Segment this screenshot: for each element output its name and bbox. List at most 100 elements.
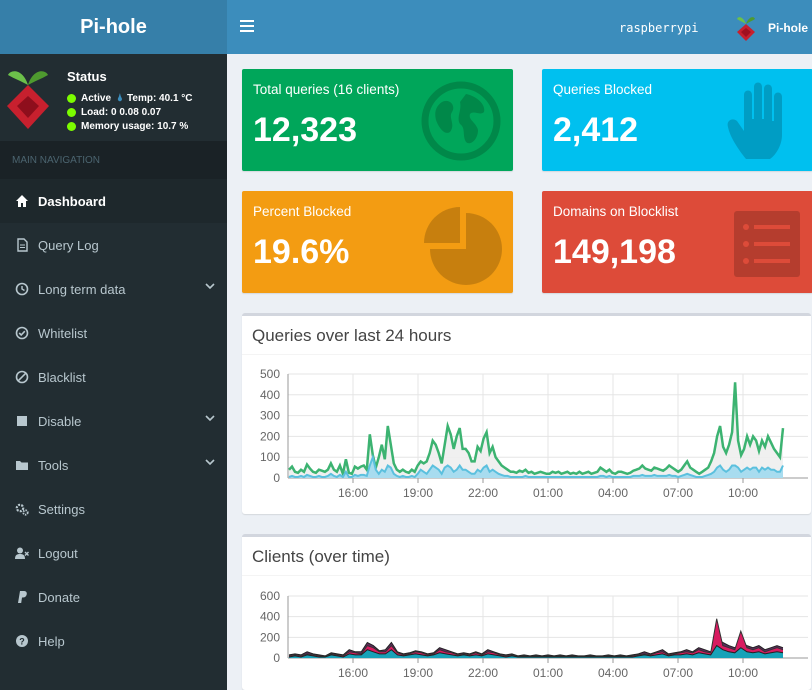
nav-label-dashboard: Dashboard [38,193,106,209]
queries-blocked-box[interactable]: Queries Blocked 2,412 [542,69,812,171]
nav-label-help: Help [38,633,65,649]
clients-over-time-chart[interactable]: 0 200 400 600 16:00 19:00 22:00 01:00 04:00 07:00… [242,537,811,690]
hamburger-menu-icon[interactable] [240,20,254,32]
nav-label-donate: Donate [38,589,80,605]
hand-icon [727,82,782,159]
file-icon [17,238,28,252]
user-times-icon [15,547,29,559]
folder-icon [16,461,28,470]
total-queries-value: 12,323 [253,111,357,149]
home-icon [16,195,28,207]
nav-item-whitelist[interactable]: Whitelist [0,311,227,355]
svg-text:?: ? [19,637,25,647]
y-tick-label: 400 [260,610,280,624]
clock-icon [15,282,29,296]
nav-label-tools: Tools [38,457,69,473]
status-load: Load: 0 0.08 0.07 [81,107,162,118]
status-memory-line: Memory usage: 10.7 % [67,121,188,132]
nav-label-settings: Settings [38,501,85,517]
x-tick-label: 04:00 [598,666,628,680]
paypal-icon [18,591,27,603]
x-tick-label: 04:00 [598,486,628,500]
status-active: Active [81,93,112,104]
y-tick-label: 200 [260,630,280,644]
chevron-down-icon [205,415,215,422]
nav-item-long-term-data[interactable]: Long term data [0,267,227,311]
load-indicator-icon [67,108,76,117]
x-tick-label: 07:00 [663,666,693,680]
gears-icon [15,503,29,516]
pie-chart-icon [424,207,502,285]
x-tick-label: 07:00 [663,486,693,500]
nav-label-logout: Logout [38,545,78,561]
x-tick-label: 16:00 [338,666,368,680]
total-queries-box[interactable]: Total queries (16 clients) 12,323 [242,69,513,171]
app-name: Pi-hole [80,15,147,38]
nav-item-tools[interactable]: Tools [0,443,227,487]
x-tick-label: 22:00 [468,666,498,680]
status-panel: Status Active 🌢 Temp: 40.1 °C Load: 0 0.… [0,54,227,141]
list-icon [734,211,800,277]
queries-over-time-chart[interactable]: 0 100 200 300 400 500 16:00 19:00 22:00 01:00 04:0… [242,316,811,514]
nav-label-query-log: Query Log [38,237,99,253]
chevron-down-icon [205,283,215,290]
nav-item-logout[interactable]: Logout [0,531,227,575]
clients-over-time-panel: Clients (over time) 0 200 400 600 16:00 19:00… [242,534,811,690]
nav-label-whitelist: Whitelist [38,325,88,341]
x-tick-label: 10:00 [728,486,758,500]
pihole-mini-logo-icon[interactable] [735,14,757,42]
domains-blocklist-label: Domains on Blocklist [553,204,679,219]
status-memory: Memory usage: 10.7 % [81,121,189,132]
status-temp: Temp: 40.1 °C [127,93,193,104]
user-menu-label[interactable]: Pi-hole [768,21,808,35]
globe-icon [421,81,501,161]
top-navbar: raspberrypi Pi-hole [227,0,812,54]
nav-item-query-log[interactable]: Query Log [0,223,227,267]
nav-item-help[interactable]: ? Help [0,619,227,663]
x-tick-label: 16:00 [338,486,368,500]
y-tick-label: 500 [260,367,280,381]
nav-item-dashboard[interactable]: Dashboard [0,179,227,223]
domains-blocklist-value: 149,198 [553,233,676,271]
app-logo[interactable]: Pi-hole [0,0,227,54]
x-tick-label: 19:00 [403,486,433,500]
domains-blocklist-box[interactable]: Domains on Blocklist 149,198 [542,191,812,293]
y-tick-label: 600 [260,589,280,603]
thermometer-icon: 🌢 [117,93,124,104]
sidebar: Status Active 🌢 Temp: 40.1 °C Load: 0 0.… [0,54,227,690]
queries-blocked-label: Queries Blocked [553,82,653,97]
percent-blocked-box[interactable]: Percent Blocked 19.6% [242,191,513,293]
percent-blocked-label: Percent Blocked [253,204,352,219]
y-tick-label: 100 [260,450,280,464]
nav-item-settings[interactable]: Settings [0,487,227,531]
question-circle-icon: ? [16,635,28,647]
y-tick-label: 0 [273,471,280,485]
y-tick-label: 0 [273,651,280,665]
nav-item-donate[interactable]: Donate [0,575,227,619]
active-indicator-icon [67,94,76,103]
nav-label-disable: Disable [38,413,82,429]
y-tick-label: 200 [260,429,280,443]
memory-indicator-icon [67,122,76,131]
y-tick-label: 400 [260,388,280,402]
stop-icon [17,416,27,426]
ban-icon [15,370,29,384]
total-queries-label: Total queries (16 clients) [253,82,400,97]
chevron-down-icon [205,459,215,466]
x-tick-label: 19:00 [403,666,433,680]
status-active-line: Active 🌢 Temp: 40.1 °C [67,93,193,104]
nav-item-blacklist[interactable]: Blacklist [0,355,227,399]
hostname: raspberrypi [619,21,699,35]
nav-item-disable[interactable]: Disable [0,399,227,443]
x-tick-label: 01:00 [533,666,563,680]
y-tick-label: 300 [260,409,280,423]
x-tick-label: 01:00 [533,486,563,500]
nav-label-long-term-data: Long term data [38,281,126,297]
nav-header: MAIN NAVIGATION [0,141,227,179]
check-circle-icon [15,326,29,340]
pihole-logo-icon [7,71,49,129]
status-title: Status [67,69,107,84]
nav-label-blacklist: Blacklist [38,369,86,385]
series-line-0 [288,382,785,479]
queries-over-time-panel: Queries over last 24 hours 0 100 200 300 400… [242,313,811,514]
